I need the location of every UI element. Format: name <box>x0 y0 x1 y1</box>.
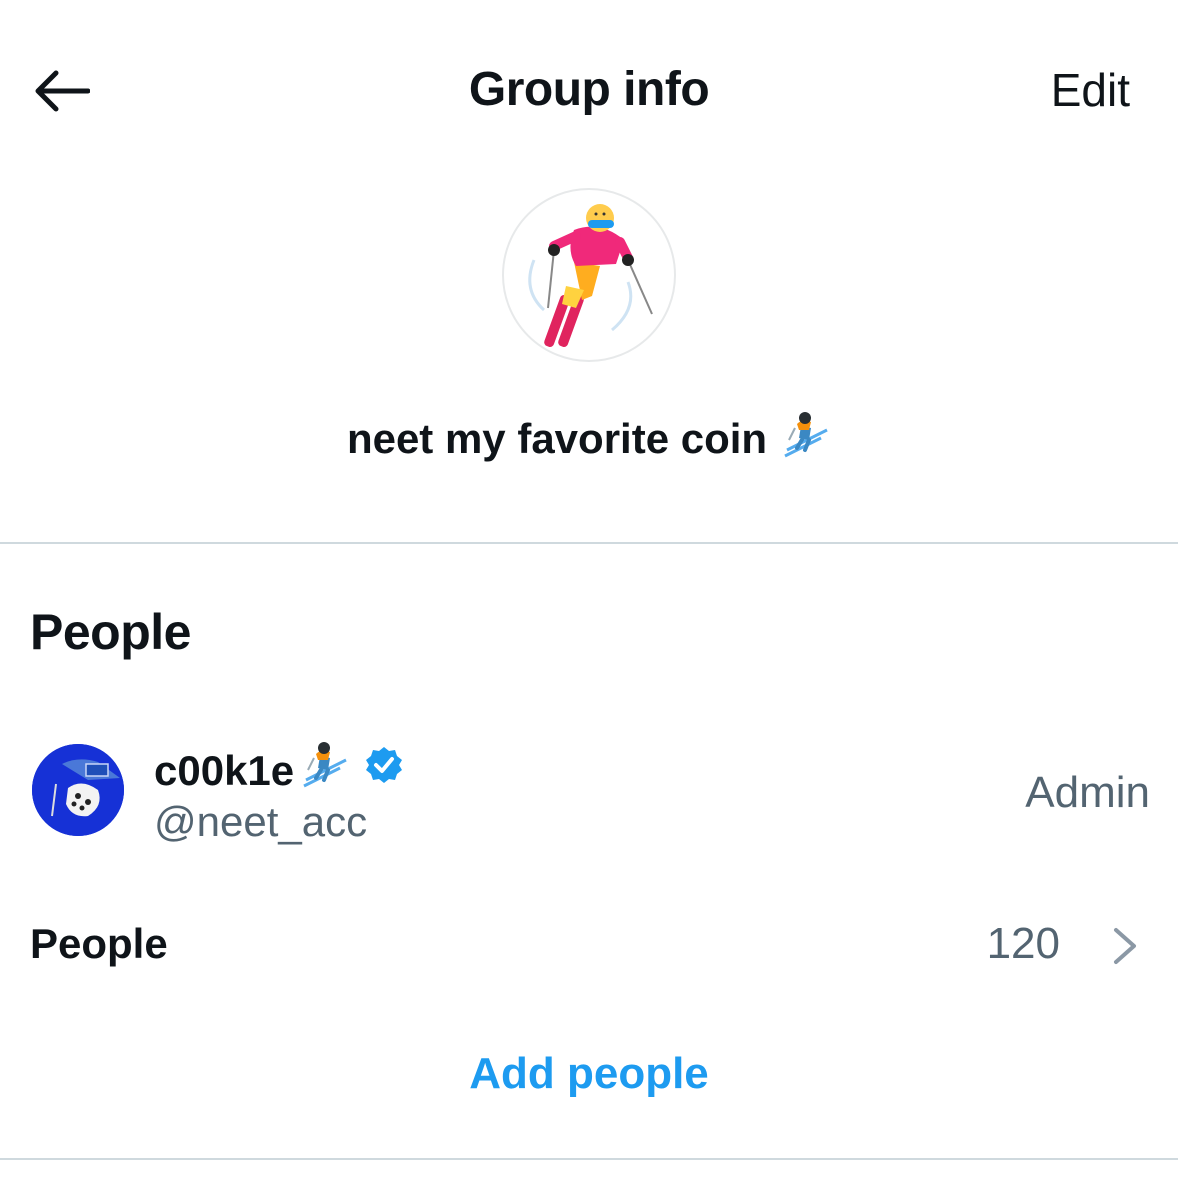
member-role-badge: Admin <box>1025 768 1150 817</box>
people-count: 120 <box>986 919 1060 968</box>
group-avatar[interactable] <box>502 188 676 362</box>
people-count-row[interactable]: People 120 <box>0 906 1178 982</box>
add-people-button[interactable]: Add people <box>0 1046 1178 1102</box>
avatar <box>32 744 124 836</box>
chevron-right-icon <box>1114 928 1136 964</box>
member-row[interactable]: c00k1e @neet_acc Admin <box>0 728 1178 858</box>
member-name: c00k1e <box>154 740 404 802</box>
skier-emoji-icon <box>781 410 831 474</box>
member-handle: @neet_acc <box>154 798 368 845</box>
people-row-label: People <box>30 920 168 967</box>
verified-badge-icon <box>364 745 404 797</box>
group-name-text: neet my favorite coin <box>346 415 768 463</box>
edit-button[interactable]: Edit <box>1051 60 1130 120</box>
member-name-text: c00k1e <box>154 747 295 794</box>
skier-avatar-icon <box>528 204 653 347</box>
divider <box>0 542 1178 544</box>
neet-avatar-icon <box>32 744 124 836</box>
group-name: neet my favorite coin <box>0 410 1178 474</box>
section-title-people: People <box>30 604 191 660</box>
group-info-screen: Group info Edit neet my favorite coin Pe… <box>0 0 1178 1178</box>
divider <box>0 1158 1178 1160</box>
page-title: Group info <box>468 63 710 116</box>
skier-emoji-icon <box>300 740 350 802</box>
